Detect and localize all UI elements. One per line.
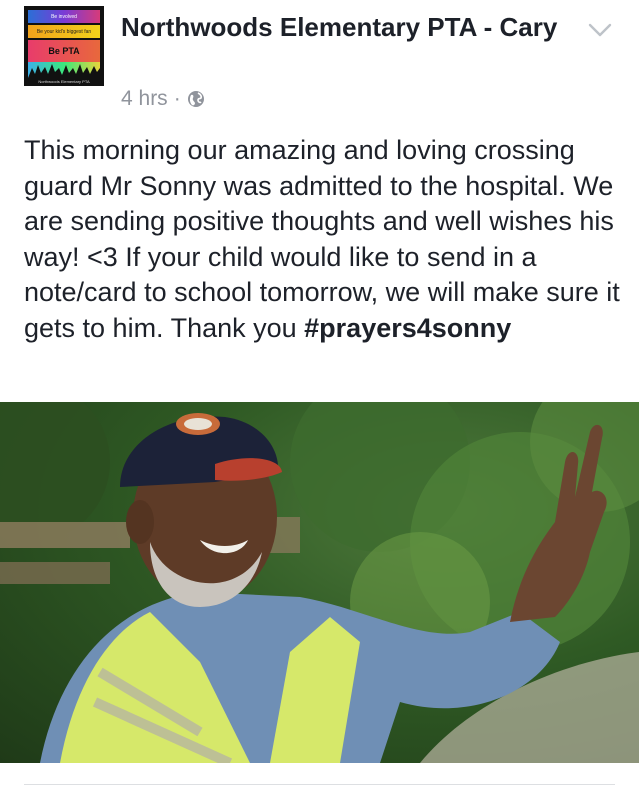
- hashtag-link[interactable]: #prayers4sonny: [304, 313, 511, 343]
- post-divider: [24, 784, 615, 785]
- avatar-crowd: [28, 62, 100, 78]
- timestamp[interactable]: 4 hrs: [121, 87, 168, 111]
- avatar-footer: Northwoods Elementary PTA: [38, 79, 90, 84]
- post-body-text: This morning our amazing and loving cros…: [24, 135, 620, 343]
- facebook-post: Be involved Be your kid's biggest fan Be…: [0, 0, 639, 797]
- avatar-line-3: Be PTA: [28, 40, 100, 62]
- post-photo[interactable]: [0, 402, 639, 763]
- page-name-link[interactable]: Northwoods Elementary PTA - Cary: [121, 10, 561, 44]
- post-meta: 4 hrs ·: [121, 87, 205, 111]
- meta-separator: ·: [173, 87, 181, 110]
- page-avatar[interactable]: Be involved Be your kid's biggest fan Be…: [24, 6, 104, 86]
- chevron-down-icon[interactable]: [586, 20, 614, 40]
- post-body: This morning our amazing and loving cros…: [24, 133, 624, 346]
- photo-illustration: [0, 402, 639, 763]
- globe-icon: [187, 91, 204, 107]
- avatar-line-2: Be your kid's biggest fan: [28, 25, 100, 38]
- avatar-line-1: Be involved: [28, 10, 100, 23]
